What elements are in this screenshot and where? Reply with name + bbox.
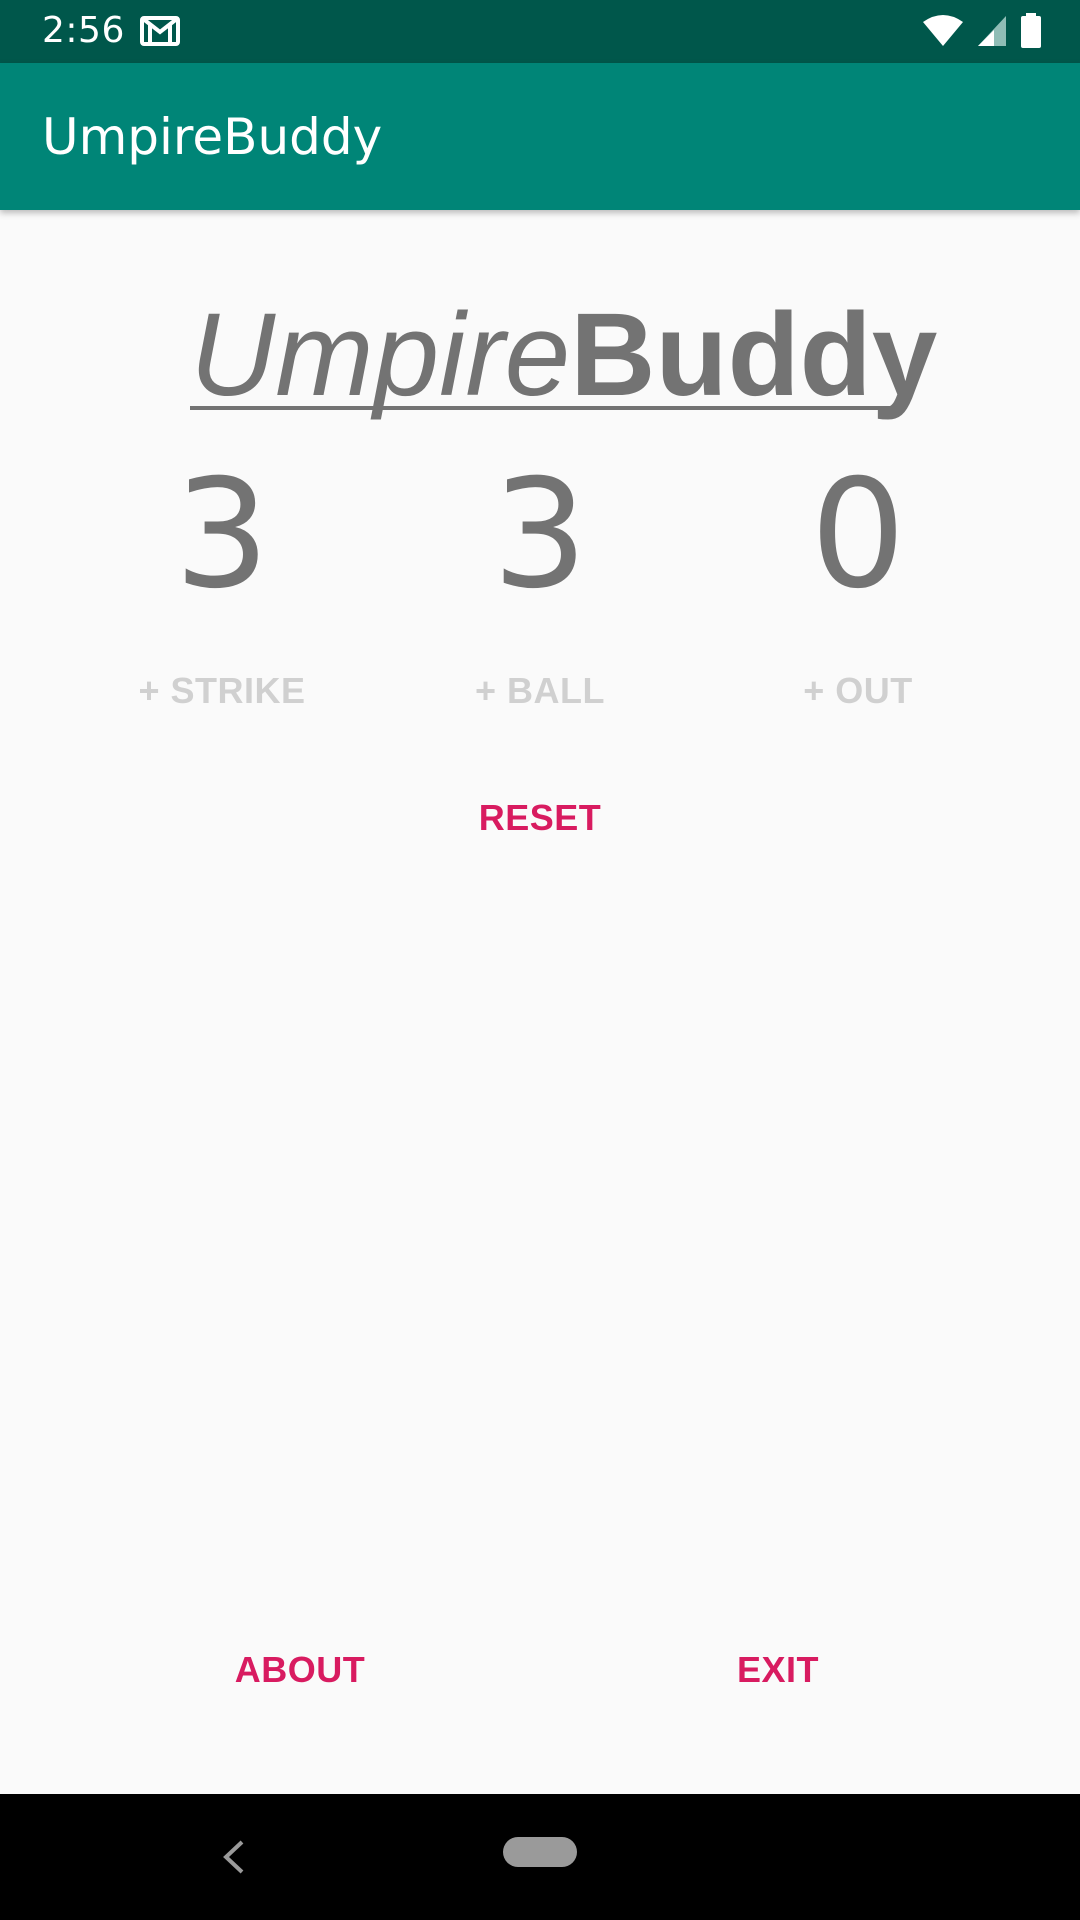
logo-umpire: Umpire — [190, 289, 571, 421]
status-bar: 2:56 — [0, 0, 1080, 63]
reset-button[interactable]: RESET — [440, 788, 640, 848]
about-button[interactable]: ABOUT — [200, 1640, 400, 1700]
add-strike-button[interactable]: + STRIKE — [92, 664, 352, 718]
add-ball-button[interactable]: + BALL — [410, 664, 670, 718]
umpirebuddy-logo: UmpireBuddy — [190, 290, 937, 420]
out-count: 0 — [810, 448, 906, 622]
gmail-icon — [140, 16, 180, 46]
logo-underline — [190, 406, 890, 410]
logo-buddy: Buddy — [570, 289, 938, 421]
back-icon[interactable] — [218, 1836, 248, 1878]
home-pill-icon[interactable] — [503, 1837, 577, 1867]
navigation-bar — [0, 1794, 1080, 1920]
status-icons — [922, 13, 1042, 49]
signal-icon — [978, 16, 1006, 46]
battery-icon — [1021, 13, 1041, 48]
app-title: UmpireBuddy — [42, 108, 383, 166]
logo-text: UmpireBuddy — [190, 290, 937, 420]
app-bar: UmpireBuddy — [0, 63, 1080, 210]
add-out-button[interactable]: + OUT — [728, 664, 988, 718]
exit-button[interactable]: EXIT — [678, 1640, 878, 1700]
status-time: 2:56 — [42, 10, 125, 51]
strike-count: 3 — [174, 448, 270, 622]
ball-count: 3 — [492, 448, 588, 622]
wifi-icon — [923, 15, 963, 46]
